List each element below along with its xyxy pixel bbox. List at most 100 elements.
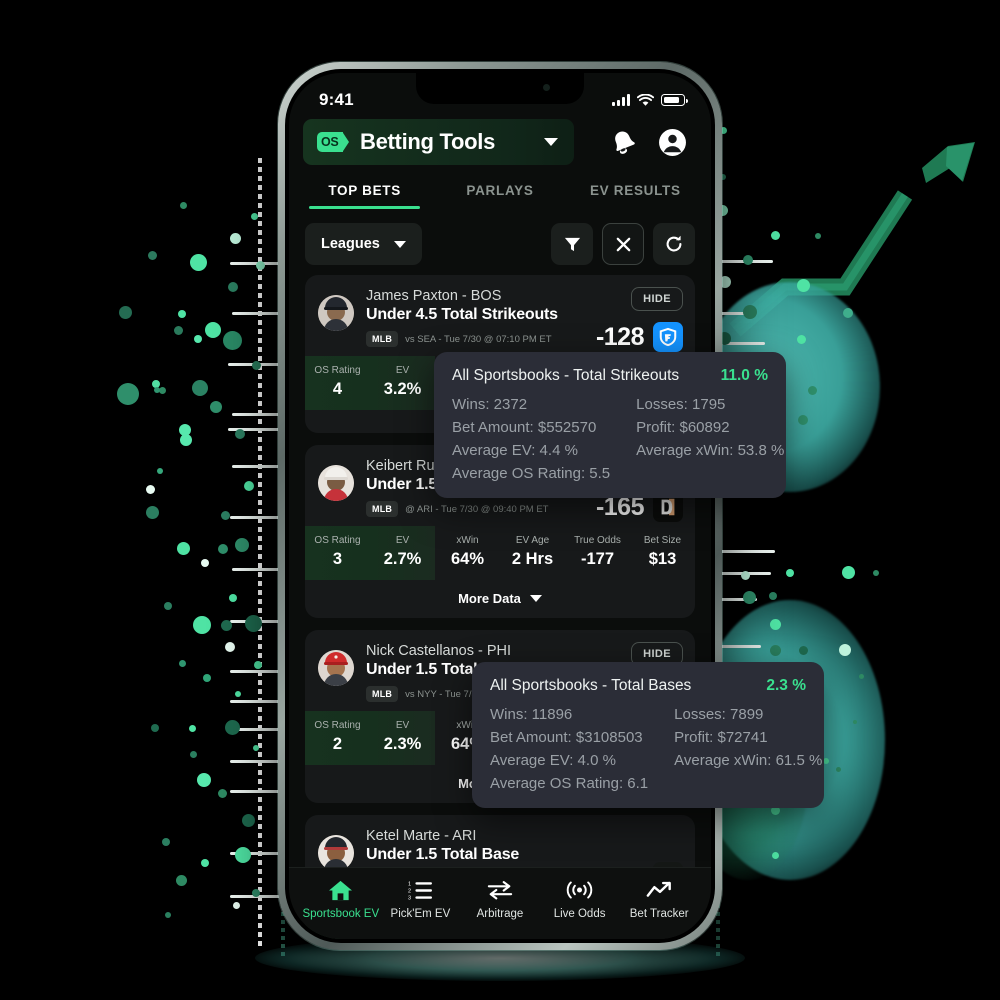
chevron-down-icon: [544, 138, 558, 146]
odds-area: -128: [596, 322, 683, 352]
decorative-dot: [203, 674, 211, 682]
nav-item-bet-tracker[interactable]: Bet Tracker: [619, 877, 699, 920]
decorative-dot: [178, 659, 186, 667]
tooltip-title: All Sportsbooks - Total Bases: [490, 677, 692, 694]
stat-label: EV Age: [515, 535, 550, 546]
decorative-dot: [197, 773, 211, 787]
tooltip-average-ev: Average EV: 4.4 %: [452, 442, 578, 459]
nav-item-pickem-ev[interactable]: 1 2 3 Pick'Em EV: [381, 877, 461, 920]
tab-parlays[interactable]: PARLAYS: [432, 175, 567, 209]
nav-label: Pick'Em EV: [390, 908, 451, 920]
two-way-arrows-icon: [460, 877, 540, 903]
avatar: [318, 295, 354, 331]
league-badge: MLB: [366, 501, 399, 517]
bell-icon[interactable]: [609, 128, 638, 157]
decorative-dot: [157, 468, 163, 474]
account-icon[interactable]: [658, 128, 687, 157]
app-header: OS Betting Tools: [289, 119, 711, 165]
stat-os-rating: OS Rating 2: [305, 711, 370, 765]
tooltip-average-os-rating: Average OS Rating: 6.1: [490, 775, 649, 792]
decorative-dot: [815, 233, 821, 239]
decorative-dot: [194, 335, 202, 343]
hide-button[interactable]: HIDE: [631, 287, 683, 311]
stat-os-rating: OS Rating 3: [305, 526, 370, 580]
decorative-dot: [769, 644, 781, 656]
decorative-dot: [229, 594, 237, 602]
header-actions: [609, 128, 693, 157]
tooltip-header: All Sportsbooks - Total Bases 2.3 %: [490, 677, 806, 695]
tooltip-bet-amount: Bet Amount: $3108503: [490, 729, 643, 746]
more-data-button[interactable]: More Data: [305, 580, 695, 618]
tooltip-stats: Wins: 11896 Losses: 7899 Bet Amount: $31…: [490, 706, 822, 792]
avatar: [318, 650, 354, 686]
decorative-dot: [173, 325, 183, 335]
decorative-dot: [201, 559, 209, 567]
stat-os-rating: OS Rating 4: [305, 356, 370, 410]
decorative-dot: [151, 724, 159, 732]
decorative-dot: [235, 691, 241, 697]
stat-value: 64%: [450, 550, 485, 568]
nav-item-arbitrage[interactable]: Arbitrage: [460, 877, 540, 920]
fanduel-logo[interactable]: [653, 322, 683, 352]
league-badge: MLB: [366, 686, 399, 702]
avatar: [318, 835, 354, 871]
decorative-dot: [189, 750, 197, 758]
decorative-dot: [210, 401, 222, 413]
stat-true-odds: True Odds -177: [565, 526, 630, 580]
nav-item-live-odds[interactable]: Live Odds: [540, 877, 620, 920]
stat-xwin: xWin 64%: [435, 526, 500, 580]
tooltip-average-ev: Average EV: 4.0 %: [490, 752, 616, 769]
stat-label: EV: [395, 720, 410, 731]
decorative-dot: [251, 360, 261, 370]
logo-text: OS: [321, 135, 339, 149]
nav-label: Bet Tracker: [629, 908, 689, 920]
wifi-icon: [637, 93, 654, 106]
tooltip-title: All Sportsbooks - Total Strikeouts: [452, 367, 680, 384]
decorative-dot: [118, 305, 132, 319]
decorative-dot: [798, 415, 808, 425]
betting-tools-dropdown[interactable]: OS Betting Tools: [303, 119, 574, 165]
clear-filters-button[interactable]: [602, 223, 644, 265]
filter-buttons: [551, 223, 695, 265]
bottom-navigation: Sportsbook EV 1 2 3 Pick'Em EV Arbitrage…: [289, 867, 711, 939]
stat-value: $13: [648, 550, 677, 568]
numbered-list-icon: 1 2 3: [381, 877, 461, 903]
decorative-dot: [235, 847, 251, 863]
stat-label: EV: [395, 365, 410, 376]
tooltip-average-xwin: Average xWin: 61.5 %: [674, 752, 823, 769]
decorative-dot: [740, 570, 750, 580]
stat-value: 4: [332, 380, 343, 398]
nav-label: Sportsbook EV: [302, 908, 380, 920]
screenshot-root: 9:41 OS Betting Tools TOP BETS PARLAYS E…: [0, 0, 1000, 1000]
decorative-dot: [224, 719, 240, 735]
decorative-dot: [164, 602, 172, 610]
tooltip-average-xwin: Average xWin: 53.8 %: [636, 442, 785, 459]
home-icon: [301, 877, 381, 903]
avatar: [318, 465, 354, 501]
stats-strip: OS Rating 3 EV 2.7% xWin 64% EV Age 2 Hr…: [305, 526, 695, 580]
decorative-dot: [254, 661, 262, 669]
tab-top-bets[interactable]: TOP BETS: [297, 175, 432, 209]
chevron-down-icon: [529, 595, 542, 602]
decorative-dot: [218, 544, 228, 554]
decorative-dot: [117, 383, 139, 405]
tab-ev-results[interactable]: EV RESULTS: [568, 175, 703, 209]
decorative-dot: [770, 230, 780, 240]
oddsshopper-logo-icon: OS: [317, 132, 349, 152]
sportsbook-stats-tooltip: All Sportsbooks - Total Bases 2.3 % Wins…: [472, 662, 824, 808]
nav-label: Live Odds: [553, 908, 606, 920]
stat-value: 3.2%: [383, 380, 422, 398]
decorative-dot: [841, 565, 855, 579]
decorative-dot: [178, 310, 186, 318]
decorative-dot: [145, 484, 155, 494]
svg-text:3: 3: [408, 895, 411, 900]
nav-item-sportsbook-ev[interactable]: Sportsbook EV: [301, 877, 381, 920]
decorative-dot: [176, 541, 190, 555]
filter-button[interactable]: [551, 223, 593, 265]
leagues-dropdown[interactable]: Leagues: [305, 223, 422, 265]
tooltip-average-os-rating: Average OS Rating: 5.5: [452, 465, 611, 482]
decorative-dot: [192, 380, 208, 396]
decorative-dot: [145, 505, 159, 519]
refresh-button[interactable]: [653, 223, 695, 265]
decorative-dot: [807, 385, 817, 395]
